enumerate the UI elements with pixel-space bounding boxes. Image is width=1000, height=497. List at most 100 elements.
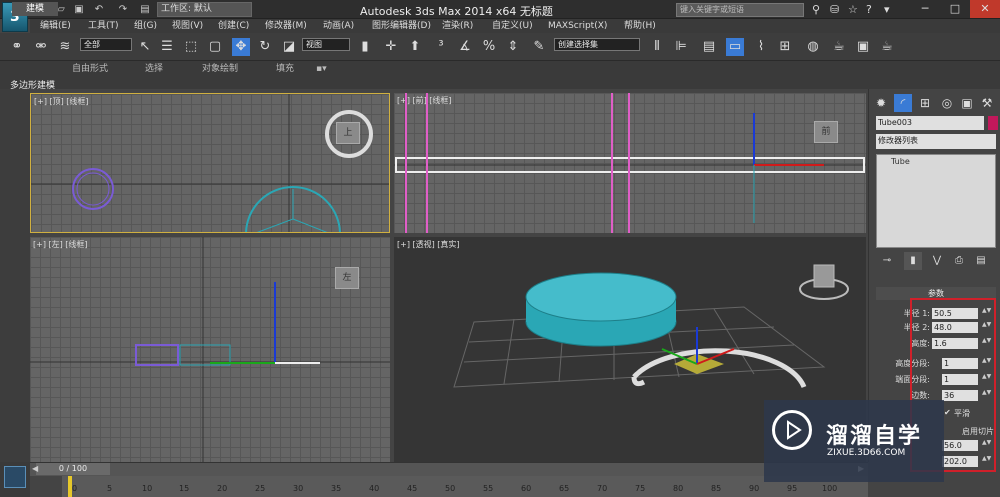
schematic-view-icon[interactable]: ⊞: [776, 38, 794, 56]
viewport-front[interactable]: [+] [前] [线框] 前: [394, 93, 866, 233]
ribbon-toggle-icon[interactable]: ▭: [726, 38, 744, 56]
snap-toggle-icon[interactable]: ³: [432, 38, 450, 56]
menu-maxscript[interactable]: MAXScript(X): [548, 19, 607, 33]
watermark-title: 溜溜自学: [826, 424, 923, 449]
tab-freeform[interactable]: 自由形式: [72, 63, 108, 76]
pin-stack-icon[interactable]: ⊸: [878, 252, 896, 270]
dropdown-icon[interactable]: ▾: [884, 3, 890, 16]
save-icon[interactable]: ▣: [72, 3, 86, 16]
viewport-top[interactable]: [+] [顶] [线框] 上: [30, 93, 390, 233]
keyboard-shortcut-icon[interactable]: ⬆: [406, 38, 424, 56]
ribbon-options-icon[interactable]: ▪▾: [316, 63, 327, 76]
layer-manager-icon[interactable]: ▤: [700, 38, 718, 56]
menu-graph-editors[interactable]: 图形编辑器(D): [372, 19, 431, 33]
tick-label: 60: [521, 484, 532, 493]
app-window: 3 ▭ ▱ ▣ ↶ ↷ ▤ 工作区: 默认 Autodesk 3ds Max 2…: [0, 0, 1000, 497]
named-selection-dropdown[interactable]: 创建选择集: [554, 38, 640, 51]
binoculars-icon[interactable]: ⚲: [812, 3, 820, 16]
menu-group[interactable]: 组(G): [134, 19, 157, 33]
tab-populate[interactable]: 填充: [276, 63, 294, 76]
tick-label: 75: [635, 484, 646, 493]
project-icon[interactable]: ▤: [138, 3, 152, 16]
select-object-icon[interactable]: ↖: [136, 38, 154, 56]
scale-icon[interactable]: ◪: [280, 38, 298, 56]
link-icon[interactable]: ⚭: [8, 38, 26, 56]
render-production-icon[interactable]: ☕: [878, 38, 896, 56]
viewport-left[interactable]: [+] [左] [线框] 左: [30, 237, 390, 462]
modify-tab-icon[interactable]: ◜: [894, 94, 912, 112]
stack-item-tube[interactable]: Tube: [891, 157, 910, 166]
menu-bar: 编辑(E) 工具(T) 组(G) 视图(V) 创建(C) 修改器(M) 动画(A…: [30, 19, 1000, 33]
window-crossing-icon[interactable]: ▢: [206, 38, 224, 56]
object-color-swatch[interactable]: [988, 116, 998, 130]
motion-tab-icon[interactable]: ◎: [938, 94, 956, 112]
menu-customize[interactable]: 自定义(U): [492, 19, 533, 33]
selection-filter-dropdown[interactable]: 全部: [80, 38, 132, 51]
tab-modeling[interactable]: 建模: [12, 2, 58, 16]
create-tab-icon[interactable]: ✹: [872, 94, 890, 112]
remove-modifier-icon[interactable]: ⎙: [950, 252, 968, 270]
spinner-snap-icon[interactable]: ⇕: [504, 38, 522, 56]
percent-snap-icon[interactable]: %: [480, 38, 498, 56]
workspace-dropdown[interactable]: 工作区: 默认: [157, 2, 252, 17]
edit-named-sel-icon[interactable]: ✎: [530, 38, 548, 56]
menu-animation[interactable]: 动画(A): [323, 19, 354, 33]
prev-frame-icon[interactable]: ◀: [32, 464, 38, 473]
star-icon[interactable]: ☆: [848, 3, 858, 16]
reference-coord-dropdown[interactable]: 视图: [302, 38, 350, 51]
tick-label: 100: [822, 484, 838, 493]
tick-label: 50: [445, 484, 456, 493]
curve-editor-icon[interactable]: ⌇: [752, 38, 770, 56]
menu-views[interactable]: 视图(V): [172, 19, 203, 33]
show-end-result-icon[interactable]: ▮: [904, 252, 922, 270]
mirror-icon[interactable]: ⫴: [648, 38, 666, 56]
utilities-tab-icon[interactable]: ⚒: [978, 94, 996, 112]
track-bar[interactable]: 0 5 10 15 20 25 30 35 40 45 50 55 60 65 …: [62, 476, 868, 497]
angle-snap-icon[interactable]: ∡: [456, 38, 474, 56]
tab-selection[interactable]: 选择: [145, 63, 163, 76]
menu-tools[interactable]: 工具(T): [88, 19, 119, 33]
minimize-button[interactable]: ─: [910, 0, 940, 18]
menu-create[interactable]: 创建(C): [218, 19, 249, 33]
unlink-icon[interactable]: ⚮: [32, 38, 50, 56]
display-tab-icon[interactable]: ▣: [958, 94, 976, 112]
render-setup-icon[interactable]: ☕: [830, 38, 848, 56]
material-editor-icon[interactable]: ◍: [804, 38, 822, 56]
hierarchy-tab-icon[interactable]: ⊞: [916, 94, 934, 112]
maximize-button[interactable]: □: [940, 0, 970, 18]
modifier-list-dropdown[interactable]: 修改器列表: [876, 134, 996, 149]
make-unique-icon[interactable]: ⋁: [928, 252, 946, 270]
undo-icon[interactable]: ↶: [92, 3, 106, 16]
move-icon[interactable]: ✥: [232, 38, 250, 56]
object-name-field[interactable]: Tube003: [876, 116, 984, 130]
tick-label: 80: [673, 484, 684, 493]
menu-rendering[interactable]: 渲染(R): [442, 19, 473, 33]
tick-label: 65: [559, 484, 570, 493]
menu-edit[interactable]: 编辑(E): [40, 19, 71, 33]
select-manipulate-icon[interactable]: ✛: [382, 38, 400, 56]
search-input[interactable]: 键入关键字或短语: [676, 3, 804, 17]
left-strip: [0, 89, 30, 462]
left-scene: [30, 237, 390, 462]
time-slider[interactable]: 0 / 100: [36, 463, 110, 475]
close-button[interactable]: ✕: [970, 0, 1000, 18]
tick-label: 5: [107, 484, 113, 493]
tab-object-paint[interactable]: 对象绘制: [202, 63, 238, 76]
cart-icon[interactable]: ⛁: [830, 3, 839, 16]
align-icon[interactable]: ⊫: [672, 38, 690, 56]
menu-modifiers[interactable]: 修改器(M): [265, 19, 307, 33]
help-icon[interactable]: ?: [866, 3, 872, 16]
select-by-name-icon[interactable]: ☰: [158, 38, 176, 56]
rotate-icon[interactable]: ↻: [256, 38, 274, 56]
rendered-frame-icon[interactable]: ▣: [854, 38, 872, 56]
menu-help[interactable]: 帮助(H): [624, 19, 656, 33]
pivot-center-icon[interactable]: ▮: [356, 38, 374, 56]
playhead[interactable]: [68, 476, 72, 497]
redo-icon[interactable]: ↷: [116, 3, 130, 16]
modifier-stack[interactable]: [876, 154, 996, 248]
window-title: Autodesk 3ds Max 2014 x64 无标题: [360, 5, 553, 18]
configure-sets-icon[interactable]: ▤: [972, 252, 990, 270]
viewport-layout-icon[interactable]: [4, 466, 26, 488]
bind-spacewarp-icon[interactable]: ≋: [56, 38, 74, 56]
rect-selection-icon[interactable]: ⬚: [182, 38, 200, 56]
